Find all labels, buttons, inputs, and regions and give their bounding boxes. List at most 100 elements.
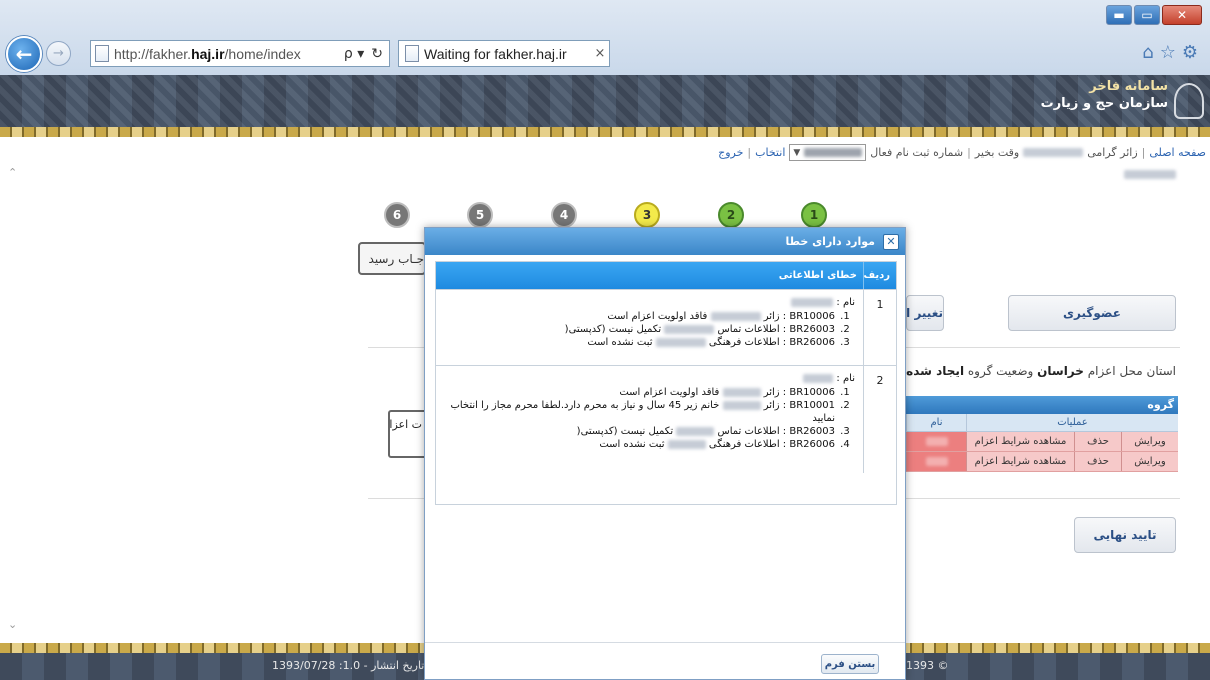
group-row: مشاهده شرایط اعزام حذف ویرایش	[906, 452, 1178, 472]
blurred-member-name	[925, 437, 948, 446]
browser-tab[interactable]: Waiting for fakher.haj.ir ×	[398, 40, 610, 67]
tab-close-icon[interactable]: ×	[591, 46, 609, 61]
tab-title: Waiting for fakher.haj.ir	[424, 45, 567, 62]
restore-button[interactable]: ▭	[1134, 5, 1160, 25]
error-table: ردیف خطای اطلاعاتی 1 نام : BR10006 : زائ…	[435, 261, 897, 505]
error-row-body: نام : BR10006 : زائر فاقد اولویت اعزام ا…	[436, 290, 863, 365]
group-status-label: وضعیت گروه	[967, 364, 1034, 378]
blurred-member-name	[925, 457, 948, 466]
delete-button[interactable]: حذف	[1074, 452, 1121, 471]
divider	[906, 347, 1180, 348]
dialog-titlebar: موارد دارای خطا ✕	[425, 228, 905, 255]
edit-button[interactable]: ویرایش	[1121, 432, 1178, 451]
greeting-prefix: زائر گرامی	[1087, 146, 1138, 159]
back-button[interactable]: ←	[6, 36, 42, 72]
error-table-header: ردیف خطای اطلاعاتی	[436, 262, 896, 289]
home-icon[interactable]: ⌂	[1142, 42, 1153, 63]
back-arrow-icon: ←	[15, 42, 33, 66]
blurred-pilgrim-name	[791, 297, 834, 307]
group-status-value: ایجاد شده	[906, 364, 965, 378]
error-name-line: نام :	[444, 296, 855, 309]
error-row: 2 نام : BR10006 : زائر فاقد اولویت اعزام…	[436, 365, 896, 473]
forward-arrow-icon: →	[53, 46, 64, 61]
change-province-button[interactable]: تغییر استان م	[906, 295, 944, 331]
error-row-number: 1	[863, 290, 896, 365]
address-bar[interactable]: http://fakher.haj.ir/home/index ρ ▾ ↻	[90, 40, 390, 67]
favorites-star-icon[interactable]: ☆	[1160, 42, 1176, 63]
decorative-border	[0, 127, 1210, 137]
step-6[interactable]: 6	[384, 202, 410, 228]
blurred-subtitle	[1124, 170, 1176, 179]
name-label: نام :	[836, 373, 855, 384]
error-row-number: 2	[863, 366, 896, 473]
group-row: مشاهده شرایط اعزام حذف ویرایش	[906, 432, 1178, 452]
view-conditions-button[interactable]: مشاهده شرایط اعزام	[966, 452, 1074, 471]
browser-toolbar: ⌂ ☆ ⚙	[1142, 42, 1198, 63]
delete-button[interactable]: حذف	[1074, 432, 1121, 451]
step-4[interactable]: 4	[551, 202, 577, 228]
print-receipt-button[interactable]: جـاب رسید	[358, 242, 426, 275]
final-confirm-button[interactable]: تایید نهایی	[1074, 517, 1176, 553]
close-form-button[interactable]: بستن فرم	[821, 654, 879, 674]
nav-separator: |	[1141, 146, 1146, 159]
error-item: BR26003 : اطلاعات تماس تکمیل نیست (کدپست…	[444, 425, 837, 438]
site-header: سامانه فاخر سازمان حج و زیارت	[0, 75, 1210, 127]
name-label: نام :	[836, 297, 855, 308]
group-col-operations: عملیات	[966, 414, 1178, 431]
divider	[368, 498, 424, 499]
search-dropdown-icon[interactable]: ρ ▾	[344, 46, 364, 62]
province-label: استان محل اعزام	[1087, 364, 1176, 378]
site-title: سامانه فاخر سازمان حج و زیارت	[1041, 79, 1168, 111]
blurred-registration-number	[804, 148, 863, 157]
user-nav-bar: صفحه اصلی | زائر گرامی وقت بخیر | شماره …	[718, 144, 1206, 161]
minimize-button[interactable]: ▬	[1106, 5, 1132, 25]
window-controls: ▬ ▭ ✕	[1106, 5, 1202, 25]
divider	[368, 347, 424, 348]
scroll-down-icon[interactable]: ⌄	[8, 618, 17, 631]
province-value: خراسان	[1037, 364, 1084, 378]
footer-copyright: 1393 ©	[906, 659, 949, 672]
error-name-line: نام :	[444, 372, 855, 385]
error-row-body: نام : BR10006 : زائر فاقد اولویت اعزام ا…	[436, 366, 863, 473]
close-window-button[interactable]: ✕	[1162, 5, 1202, 25]
registration-select[interactable]: ▼	[789, 144, 867, 161]
organization-logo	[1174, 83, 1204, 119]
dialog-close-icon[interactable]: ✕	[883, 233, 899, 250]
error-list: BR10006 : زائر فاقد اولویت اعزام است BR1…	[444, 386, 855, 451]
step-5[interactable]: 5	[467, 202, 493, 228]
registration-label: شماره ثبت نام فعال	[870, 146, 964, 159]
error-list: BR10006 : زائر فاقد اولویت اعزام است BR2…	[444, 310, 855, 349]
home-link[interactable]: صفحه اصلی	[1149, 146, 1206, 159]
step-1[interactable]: 1	[801, 202, 827, 228]
error-row: 1 نام : BR10006 : زائر فاقد اولویت اعزام…	[436, 289, 896, 365]
scroll-up-icon[interactable]: ⌃	[8, 166, 17, 179]
refresh-icon[interactable]: ↻	[371, 46, 383, 62]
address-actions: ρ ▾ ↻	[344, 46, 389, 62]
edit-button[interactable]: ویرایش	[1121, 452, 1178, 471]
blurred-pilgrim-name	[803, 373, 834, 383]
step-3[interactable]: 3	[634, 202, 660, 228]
site-title-line2: سازمان حج و زیارت	[1040, 96, 1168, 111]
logout-link[interactable]: خروج	[718, 146, 743, 159]
province-status-line: استان محل اعزام خراسان وضعیت گروه ایجاد …	[906, 364, 1176, 378]
select-link[interactable]: انتخاب	[755, 146, 785, 159]
view-conditions-button[interactable]: مشاهده شرایط اعزام	[966, 432, 1074, 451]
error-item: BR10001 : زائر خانم زیر 45 سال و نیاز به…	[444, 399, 837, 425]
settings-gear-icon[interactable]: ⚙	[1182, 42, 1198, 63]
browser-chrome: ▬ ▭ ✕ ← → http://fakher.haj.ir/home/inde…	[0, 0, 1210, 75]
footer-version-date: 1393/07/28 :تاریخ انتشار - 1.0	[272, 659, 425, 672]
url-text[interactable]: http://fakher.haj.ir/home/index	[114, 46, 344, 62]
step-2[interactable]: 2	[718, 202, 744, 228]
group-member-name	[906, 452, 966, 471]
blurred-user-name	[1023, 148, 1084, 157]
dialog-title: موارد دارای خطا	[785, 235, 876, 248]
dispatch-conditions-box[interactable]: ت اعزام	[388, 410, 428, 458]
group-section-title: گروه	[906, 396, 1178, 414]
forward-button[interactable]: →	[46, 41, 71, 66]
chevron-down-icon: ▼	[793, 147, 801, 158]
dialog-footer: بستن فرم	[425, 642, 905, 680]
membership-button[interactable]: عضوگیری	[1008, 295, 1176, 331]
error-item: BR26003 : اطلاعات تماس تکمیل نیست (کدپست…	[444, 323, 837, 336]
error-item: BR10006 : زائر فاقد اولویت اعزام است	[444, 386, 837, 399]
nav-separator: |	[747, 146, 752, 159]
